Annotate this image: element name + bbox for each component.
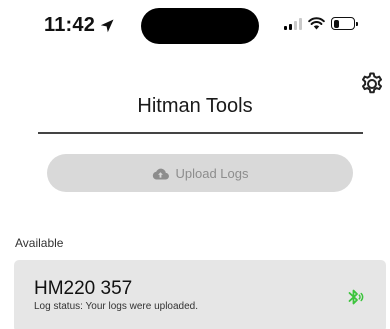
page-title: Hitman Tools xyxy=(137,95,253,117)
battery-icon xyxy=(331,17,358,30)
available-section-label: Available xyxy=(15,236,64,250)
location-arrow-icon xyxy=(100,19,114,32)
device-name: HM220 357 xyxy=(34,278,133,299)
cellular-signal-icon xyxy=(284,17,302,30)
battery-level-fill xyxy=(333,19,339,28)
wifi-icon xyxy=(308,17,325,30)
cloud-upload-icon xyxy=(152,168,169,180)
upload-logs-button[interactable]: Upload Logs xyxy=(47,154,353,192)
status-bar-indicators xyxy=(284,17,358,30)
status-time-text: 11:42 xyxy=(44,14,96,36)
device-list-item[interactable]: HM220 357 Log status: Your logs were upl… xyxy=(14,260,386,329)
status-bar-time: 11:42 xyxy=(44,14,115,37)
header-divider xyxy=(38,132,363,134)
dynamic-island xyxy=(141,8,259,44)
upload-logs-label: Upload Logs xyxy=(175,165,249,181)
app-screen: 11:42 Hitman Tools Upload Logs Available… xyxy=(0,0,390,329)
device-log-status: Log status: Your logs were uploaded. xyxy=(34,301,199,312)
gear-icon[interactable] xyxy=(359,71,385,97)
bluetooth-connected-icon xyxy=(348,289,364,305)
